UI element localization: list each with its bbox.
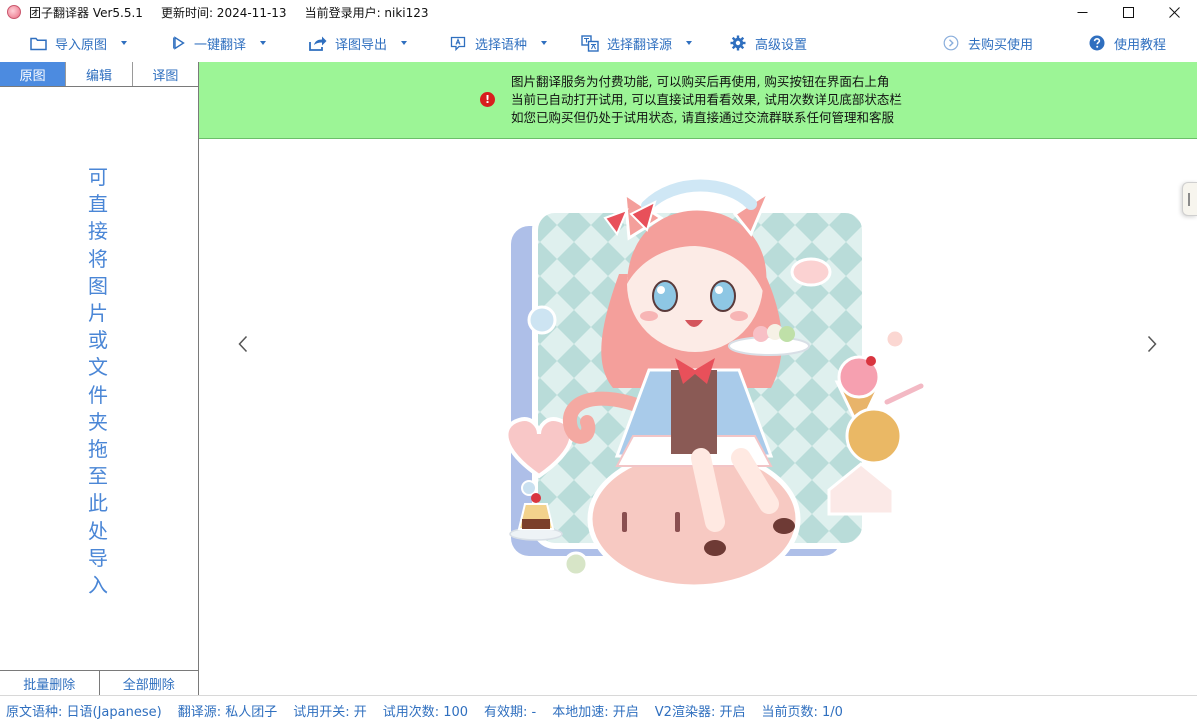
drop-hint-char: 入 <box>88 573 108 598</box>
select-source-button[interactable]: 选择翻译源 <box>581 24 693 62</box>
one-click-translate-label: 一键翻译 <box>194 37 247 53</box>
status-trial-count: 试用次数: 100 <box>382 705 469 720</box>
one-click-translate-button[interactable]: 一键翻译 <box>170 24 267 62</box>
notice-line: 如您已购买但仍处于试用状态, 请直接通过交流群联系任何管理和客服 <box>511 110 894 125</box>
chevron-down-icon[interactable] <box>121 41 128 45</box>
buy-label: 去购买使用 <box>968 37 1034 53</box>
previous-image-button[interactable] <box>233 330 253 358</box>
minimize-button[interactable] <box>1059 0 1105 24</box>
minimize-icon <box>1077 11 1087 13</box>
notice-line: 当前已自动打开试用, 可以直接试用看看效果, 试用次数详见底部状态栏 <box>511 92 902 107</box>
advanced-settings-label: 高级设置 <box>755 37 808 53</box>
status-bar: 原文语种: 日语(Japanese) 翻译源: 私人团子 试用开关: 开 试用次… <box>0 695 1197 725</box>
import-image-label: 导入原图 <box>55 37 108 53</box>
chevron-down-icon[interactable] <box>541 41 548 45</box>
app-logo-icon <box>7 5 21 19</box>
next-image-button[interactable] <box>1142 330 1162 358</box>
side-panel-handle[interactable] <box>1182 182 1197 216</box>
delete-all-button[interactable]: 全部删除 <box>100 671 199 695</box>
language-icon <box>449 34 467 52</box>
status-v2-renderer: V2渲染器: 开启 <box>654 705 746 720</box>
login-user: 当前登录用户: niki123 <box>304 5 429 20</box>
status-local-acceleration: 本地加速: 开启 <box>552 705 639 720</box>
error-icon: ! <box>480 92 495 107</box>
status-translation-source: 翻译源: 私人团子 <box>177 705 278 720</box>
drop-hint-char: 件 <box>88 382 108 407</box>
left-panel: 原图 编辑 译图 可 直 接 将 图 片 或 文 件 夹 拖 至 此 处 导 入… <box>0 62 199 695</box>
export-translation-label: 译图导出 <box>335 37 388 53</box>
status-trial-switch: 试用开关: 开 <box>293 705 367 720</box>
drop-hint-char: 片 <box>88 301 108 326</box>
drop-hint-char: 可 <box>88 165 108 189</box>
tutorial-button[interactable]: 使用教程 <box>1088 24 1166 62</box>
app-title: 团子翻译器 Ver5.5.1 <box>29 5 143 20</box>
select-language-label: 选择语种 <box>475 37 528 53</box>
chevron-left-icon <box>238 335 248 353</box>
chevron-right-icon <box>1147 335 1157 353</box>
close-icon <box>1168 6 1180 18</box>
drop-hint-char: 至 <box>88 464 108 489</box>
tab-translated[interactable]: 译图 <box>133 62 198 86</box>
chevron-down-icon[interactable] <box>401 41 408 45</box>
play-icon <box>170 34 188 52</box>
gear-icon <box>729 34 747 52</box>
drop-hint-char: 接 <box>88 219 108 244</box>
preview-image <box>504 179 924 590</box>
status-source-language: 原文语种: 日语(Japanese) <box>6 705 162 720</box>
status-page-count: 当前页数: 1/0 <box>761 705 843 720</box>
notice-banner: ! 图片翻译服务为付费功能, 可以购买后再使用, 购买按钮在界面右上角 当前已自… <box>199 62 1197 139</box>
tab-original[interactable]: 原图 <box>0 62 67 86</box>
export-translation-button[interactable]: 译图导出 <box>309 24 408 62</box>
notice-line: 图片翻译服务为付费功能, 可以购买后再使用, 购买按钮在界面右上角 <box>511 74 890 89</box>
window-controls <box>1059 0 1197 24</box>
drop-hint-char: 文 <box>88 355 108 380</box>
maximize-icon <box>1122 6 1134 18</box>
update-time: 更新时间: 2024-11-13 <box>160 5 287 20</box>
drop-hint-char: 或 <box>88 328 108 353</box>
toolbar: 导入原图 一键翻译 译图导出 选择语种 选择翻译源 高级设置 去购买使用 使用教… <box>0 24 1197 62</box>
folder-icon <box>29 34 47 52</box>
drop-hint-char: 拖 <box>88 437 108 462</box>
buy-button[interactable]: 去购买使用 <box>942 24 1033 62</box>
tutorial-label: 使用教程 <box>1114 37 1167 53</box>
drop-hint-char: 将 <box>88 246 108 271</box>
advanced-settings-button[interactable]: 高级设置 <box>729 24 807 62</box>
delete-buttons: 批量删除 全部删除 <box>0 670 198 695</box>
batch-delete-button[interactable]: 批量删除 <box>0 671 100 695</box>
drop-hint-char: 导 <box>88 545 108 570</box>
notice-text: 图片翻译服务为付费功能, 可以购买后再使用, 购买按钮在界面右上角 当前已自动打… <box>511 73 902 127</box>
share-icon <box>309 34 327 52</box>
select-source-label: 选择翻译源 <box>607 37 673 53</box>
image-tabs: 原图 编辑 译图 <box>0 62 198 87</box>
select-language-button[interactable]: 选择语种 <box>449 24 548 62</box>
chevron-down-icon[interactable] <box>260 41 267 45</box>
maximize-button[interactable] <box>1105 0 1151 24</box>
drop-zone-hint[interactable]: 可 直 接 将 图 片 或 文 件 夹 拖 至 此 处 导 入 <box>85 164 111 599</box>
chevron-down-icon[interactable] <box>686 41 693 45</box>
status-validity: 有效期: - <box>484 705 537 720</box>
import-image-button[interactable]: 导入原图 <box>29 24 128 62</box>
close-button[interactable] <box>1151 0 1197 24</box>
drop-hint-char: 夹 <box>88 409 108 434</box>
drop-hint-char: 直 <box>88 192 108 217</box>
translate-icon <box>581 34 599 52</box>
image-preview-area <box>199 140 1197 695</box>
drop-hint-char: 此 <box>88 491 108 516</box>
help-icon <box>1088 34 1106 52</box>
drop-hint-char: 图 <box>88 273 108 298</box>
tab-edit[interactable]: 编辑 <box>66 62 133 86</box>
drop-hint-char: 处 <box>88 518 108 543</box>
title-bar: 团子翻译器 Ver5.5.1 更新时间: 2024-11-13 当前登录用户: … <box>0 0 1197 24</box>
arrow-right-circle-icon <box>942 34 960 52</box>
